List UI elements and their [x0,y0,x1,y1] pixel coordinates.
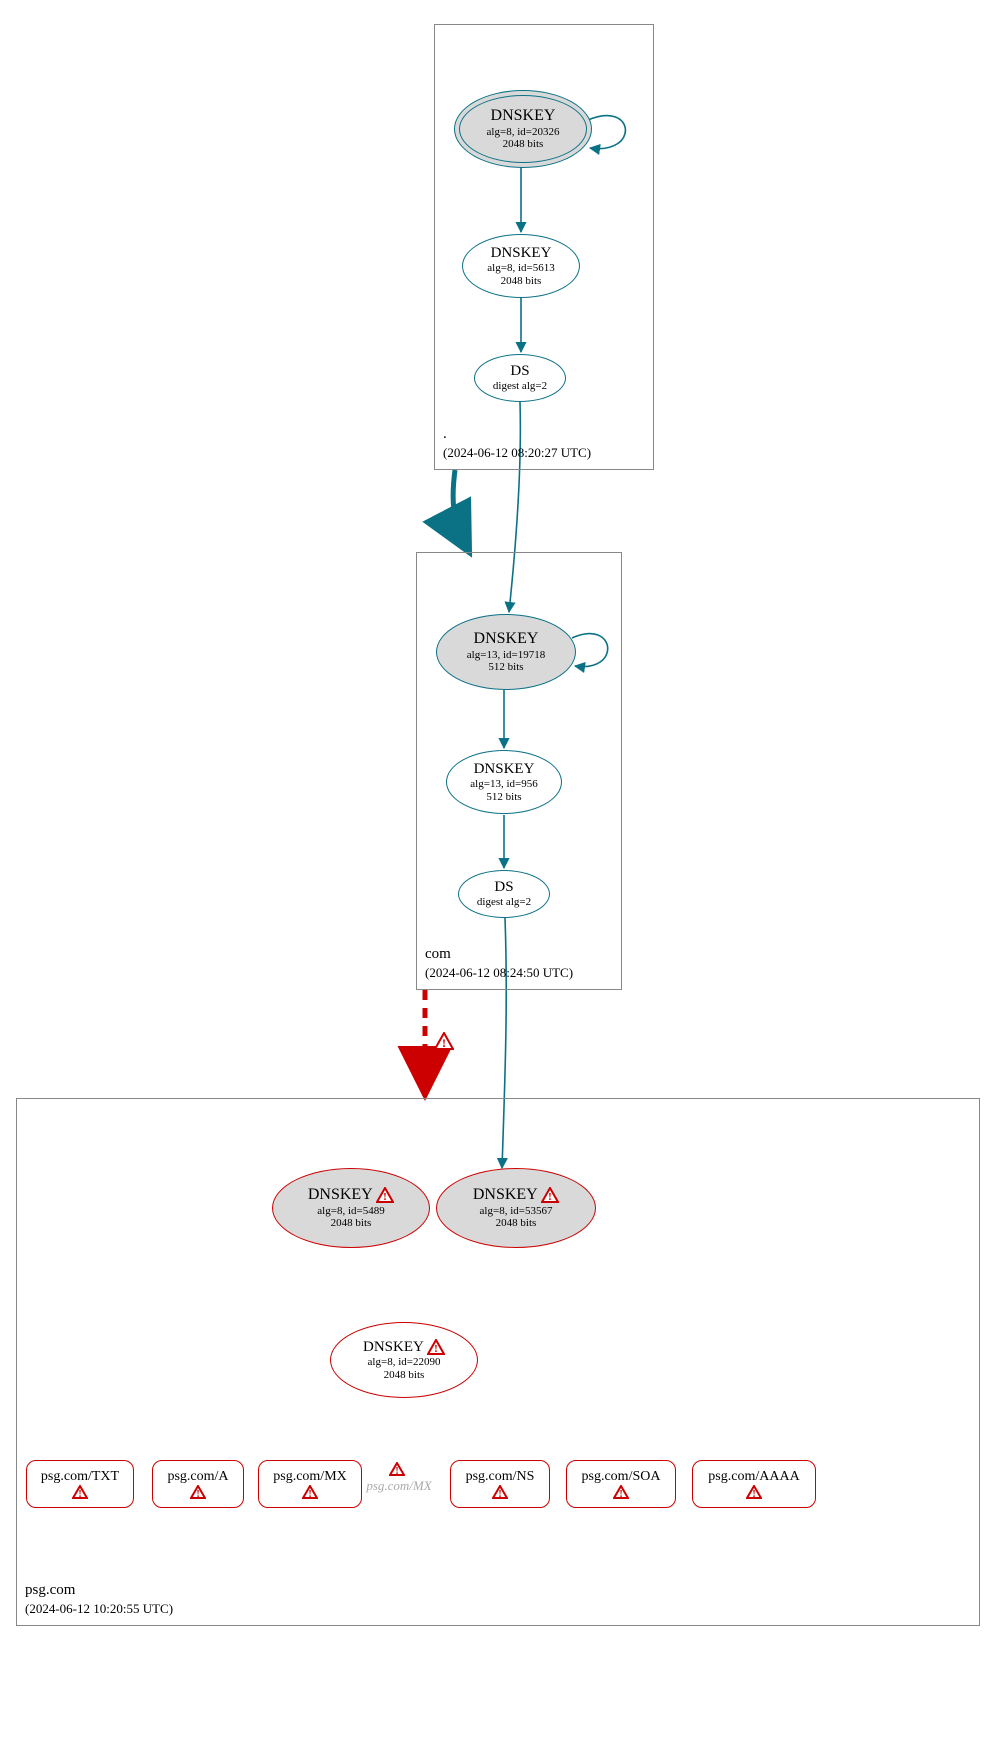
root-ksk-bits: 2048 bits [503,138,544,151]
com-ksk-alg: alg=13, id=19718 [467,649,545,662]
svg-text:!: ! [619,1489,622,1499]
root-zsk-bits: 2048 bits [501,275,542,288]
psg-k3-alg: alg=8, id=22090 [368,1356,441,1369]
zone-root-name: . [443,426,447,442]
svg-text:!: ! [548,1191,552,1203]
svg-text:!: ! [383,1191,387,1203]
svg-text:!: ! [78,1489,81,1499]
warning-icon: ! [541,1187,559,1203]
psg-k2-title: DNSKEY ! [473,1186,559,1204]
psg-k1-bits: 2048 bits [331,1217,372,1230]
rr-soa: psg.com/SOA ! [566,1460,676,1508]
root-ksk-alg: alg=8, id=20326 [487,126,560,139]
root-ds-digest: digest alg=2 [493,380,547,393]
warning-icon: ! [746,1485,762,1499]
rr-ns: psg.com/NS ! [450,1460,550,1508]
warning-icon: ! [72,1485,88,1499]
delegation-warning-icon: ! [434,1032,454,1050]
svg-text:!: ! [196,1489,199,1499]
warning-icon: ! [613,1485,629,1499]
root-ksk-title: DNSKEY [491,107,556,125]
com-ksk-title: DNSKEY [474,630,539,648]
zone-psg-name: psg.com [25,1582,75,1598]
psg-k3-title: DNSKEY ! [363,1339,445,1356]
warning-icon: ! [190,1485,206,1499]
rr-a: psg.com/A ! [152,1460,244,1508]
svg-text:!: ! [498,1489,501,1499]
root-zsk-alg: alg=8, id=5613 [487,262,554,275]
node-root-ksk: DNSKEY alg=8, id=20326 2048 bits [454,90,592,168]
psg-k3-bits: 2048 bits [384,1369,425,1382]
node-psg-dnskey-53567: DNSKEY ! alg=8, id=53567 2048 bits [436,1168,596,1248]
zone-root-timestamp: (2024-06-12 08:20:27 UTC) [443,445,591,460]
rr-aaaa: psg.com/AAAA ! [692,1460,816,1508]
com-ds-title: DS [494,879,513,896]
svg-text:!: ! [434,1343,438,1355]
svg-text:!: ! [395,1466,398,1476]
com-ksk-bits: 512 bits [488,661,523,674]
root-ds-title: DS [510,363,529,380]
svg-text:!: ! [752,1489,755,1499]
rr-txt: psg.com/TXT ! [26,1460,134,1508]
node-root-ds: DS digest alg=2 [474,354,566,402]
svg-text:!: ! [308,1489,311,1499]
root-zsk-title: DNSKEY [491,245,552,262]
warning-icon: ! [492,1485,508,1499]
com-zsk-title: DNSKEY [474,761,535,778]
node-com-ds: DS digest alg=2 [458,870,550,918]
psg-k1-title: DNSKEY ! [308,1186,394,1204]
com-zsk-alg: alg=13, id=956 [470,778,537,791]
node-com-ksk: DNSKEY alg=13, id=19718 512 bits [436,614,576,690]
rr-mx: psg.com/MX ! [258,1460,362,1508]
rr-mx-ghost: psg.com/MX [363,1478,435,1494]
warning-icon: ! [376,1187,394,1203]
svg-text:!: ! [442,1036,446,1050]
warning-icon: ! [427,1339,445,1355]
node-psg-dnskey-22090: DNSKEY ! alg=8, id=22090 2048 bits [330,1322,478,1398]
com-zsk-bits: 512 bits [486,791,521,804]
node-com-zsk: DNSKEY alg=13, id=956 512 bits [446,750,562,814]
node-psg-dnskey-5489: DNSKEY ! alg=8, id=5489 2048 bits [272,1168,430,1248]
zone-psg-timestamp: (2024-06-12 10:20:55 UTC) [25,1601,173,1616]
node-root-zsk: DNSKEY alg=8, id=5613 2048 bits [462,234,580,298]
warning-icon: ! [302,1485,318,1499]
com-ds-digest: digest alg=2 [477,896,531,909]
psg-k1-alg: alg=8, id=5489 [317,1205,384,1218]
psg-k2-bits: 2048 bits [496,1217,537,1230]
zone-com-name: com [425,946,451,962]
psg-k2-alg: alg=8, id=53567 [480,1205,553,1218]
zone-com-timestamp: (2024-06-12 08:24:50 UTC) [425,965,573,980]
